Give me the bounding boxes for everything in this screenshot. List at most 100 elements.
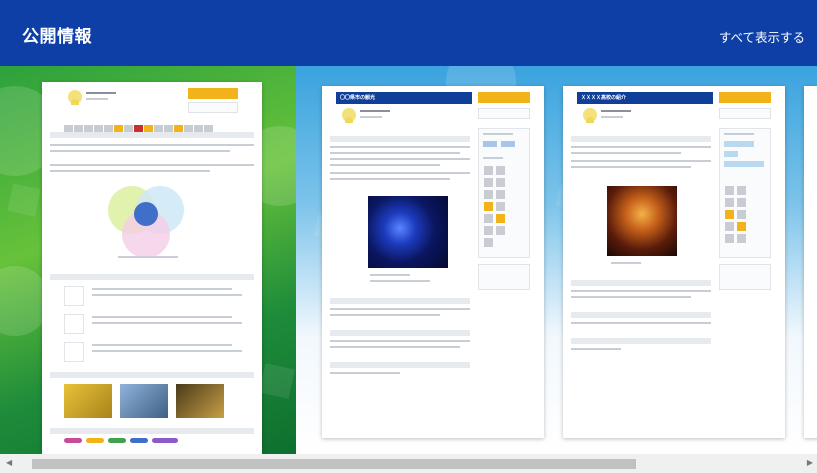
sub-button[interactable] [188, 102, 238, 113]
text-line [571, 146, 711, 148]
text-line [611, 262, 641, 264]
list-thumbnail [64, 314, 84, 334]
text-line [724, 133, 754, 135]
tag-chip [724, 151, 738, 157]
background-pattern [259, 363, 295, 399]
grid-cell [496, 166, 505, 175]
section-heading [571, 136, 711, 142]
action-button[interactable] [719, 92, 771, 103]
grid-cell [484, 238, 493, 247]
text-line [330, 172, 470, 174]
text-line [330, 346, 460, 348]
tag-chip [724, 161, 764, 167]
text-line [92, 316, 232, 318]
grid-cell [725, 234, 734, 243]
section-header: 公開情報 すべて表示する [0, 0, 817, 66]
sub-button[interactable] [719, 108, 771, 119]
grid-cell [496, 214, 505, 223]
action-button[interactable] [188, 88, 238, 99]
tag-chip [501, 141, 515, 147]
grid-cell [737, 210, 746, 219]
document-preview-2[interactable]: 〇〇県市の観光 [322, 86, 544, 438]
horizontal-scrollbar[interactable]: ◀ ▶ [0, 454, 817, 473]
grid-cell [725, 210, 734, 219]
text-line [483, 133, 513, 135]
category-pill [86, 438, 104, 443]
sub-button[interactable] [478, 108, 530, 119]
text-line [571, 290, 711, 292]
grid-cell [737, 186, 746, 195]
scroll-left-icon[interactable]: ◀ [6, 458, 12, 467]
show-all-link[interactable]: すべて表示する [719, 27, 805, 46]
grid-cell [496, 202, 505, 211]
text-line [360, 116, 382, 118]
section-heading [50, 372, 254, 378]
text-line [118, 256, 178, 258]
text-line [571, 296, 691, 298]
text-line [483, 157, 503, 159]
document-title: ＸＸＸＸ高校の紹介 [577, 92, 713, 104]
grid-cell [484, 178, 493, 187]
text-line [571, 152, 681, 154]
text-line [571, 322, 711, 324]
tag-chip [724, 141, 754, 147]
grid-cell [725, 198, 734, 207]
text-line [92, 344, 232, 346]
text-line [370, 280, 430, 282]
grid-cell [484, 202, 493, 211]
document-title: 〇〇県市の観光 [336, 92, 472, 104]
tag-chip [483, 141, 497, 147]
text-line [92, 288, 232, 290]
document-preview-1[interactable] [42, 82, 262, 454]
grid-cell [484, 226, 493, 235]
grid-cell [725, 186, 734, 195]
sidebar-panel [478, 264, 530, 290]
text-line [601, 110, 631, 112]
text-line [360, 110, 390, 112]
background-pattern [7, 183, 41, 217]
avatar [68, 90, 82, 105]
section-title: 公開情報 [22, 27, 92, 47]
text-line [601, 116, 623, 118]
list-thumbnail [64, 286, 84, 306]
document-preview-4-partial[interactable] [804, 86, 817, 438]
text-line [50, 144, 254, 146]
section-heading [571, 280, 711, 286]
section-heading [330, 136, 470, 142]
grid-cell [496, 178, 505, 187]
list-thumbnail [64, 342, 84, 362]
text-line [330, 178, 450, 180]
document-preview-3[interactable]: ＸＸＸＸ高校の紹介 [563, 86, 785, 438]
category-pill [64, 438, 82, 443]
text-line [370, 274, 410, 276]
scroll-thumb[interactable] [32, 459, 636, 469]
text-line [50, 150, 230, 152]
scroll-right-icon[interactable]: ▶ [807, 458, 813, 467]
section-heading [50, 132, 254, 138]
text-line [92, 294, 242, 296]
section-heading [330, 298, 470, 304]
section-heading [330, 362, 470, 368]
text-line [330, 314, 440, 316]
sidebar-panel [719, 264, 771, 290]
text-line [92, 350, 242, 352]
text-line [571, 160, 711, 162]
category-pill [130, 438, 148, 443]
text-line [571, 348, 621, 350]
text-line [330, 146, 470, 148]
text-line [86, 98, 108, 100]
avatar [342, 108, 356, 123]
grid-cell [737, 222, 746, 231]
text-line [86, 92, 116, 94]
grid-cell [496, 226, 505, 235]
grid-cell [737, 198, 746, 207]
section-heading [571, 338, 711, 344]
grid-cell [484, 190, 493, 199]
night-photo [368, 196, 448, 268]
text-line [330, 152, 460, 154]
section-heading [50, 428, 254, 434]
grid-cell [484, 166, 493, 175]
city-photo [607, 186, 677, 256]
public-info-gallery: 〇〇県市の観光 ＸＸＸＸ高校の紹介 [0, 66, 817, 454]
action-button[interactable] [478, 92, 530, 103]
